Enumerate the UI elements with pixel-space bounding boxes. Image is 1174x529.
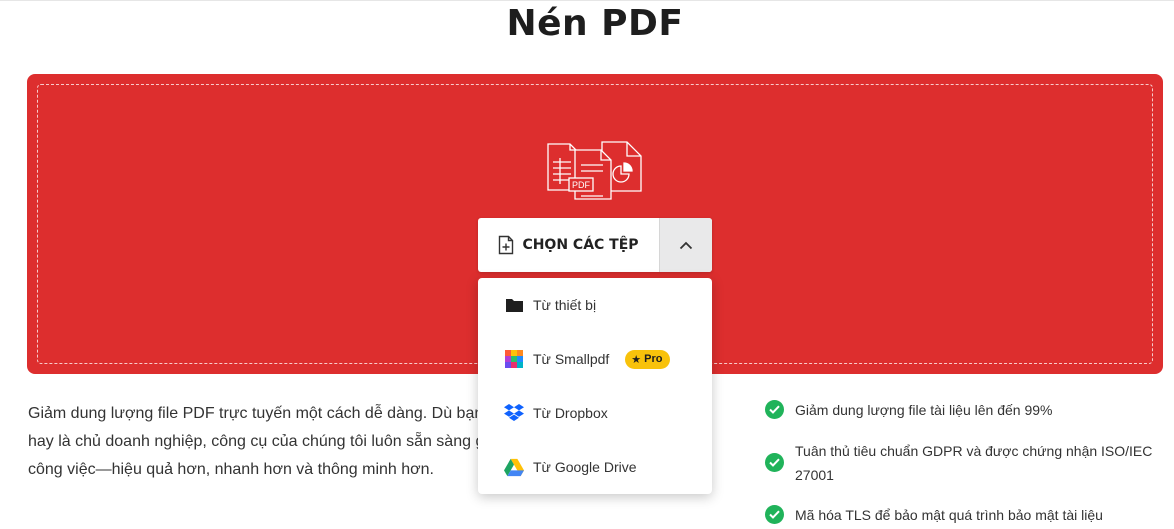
tool-description: Giảm dung lượng file PDF trực tuyến một … xyxy=(28,400,478,484)
star-icon: ★ xyxy=(631,353,642,366)
smallpdf-icon xyxy=(504,349,524,369)
check-icon xyxy=(765,453,784,472)
menu-item-label: Từ Dropbox xyxy=(533,405,608,421)
menu-item-google-drive[interactable]: Từ Google Drive xyxy=(478,440,712,494)
dropbox-icon xyxy=(504,403,524,423)
menu-item-smallpdf[interactable]: Từ Smallpdf ★ Pro xyxy=(478,332,712,386)
pro-badge-label: Pro xyxy=(644,353,663,365)
menu-item-label: Từ thiết bị xyxy=(533,297,597,313)
folder-icon xyxy=(504,295,524,315)
description-line: Giảm dung lượng file PDF trực tuyến một … xyxy=(28,405,478,422)
description-line: hay là chủ doanh nghiệp, công cụ của chú… xyxy=(28,433,478,450)
feature-item: Mã hóa TLS để bảo mật quá trình bảo mật … xyxy=(765,503,1165,527)
google-drive-icon xyxy=(504,457,524,477)
check-icon xyxy=(765,505,784,524)
upload-source-menu: Từ thiết bị Từ Smallpdf ★ Pro Từ Dropbox… xyxy=(478,278,712,494)
feature-item: Giảm dung lượng file tài liệu lên đến 99… xyxy=(765,398,1165,422)
choose-files-button[interactable]: CHỌN CÁC TỆP xyxy=(478,218,659,272)
menu-item-dropbox[interactable]: Từ Dropbox xyxy=(478,386,712,440)
choose-files-group: CHỌN CÁC TỆP xyxy=(478,218,712,272)
files-illustration-icon: PDF xyxy=(547,141,642,200)
top-divider xyxy=(0,0,1174,1)
description-line: công việc—hiệu quả hơn, nhanh hơn và thô… xyxy=(28,461,434,478)
menu-item-device[interactable]: Từ thiết bị xyxy=(478,278,712,332)
feature-text: Mã hóa TLS để bảo mật quá trình bảo mật … xyxy=(795,507,1103,523)
feature-text: Giảm dung lượng file tài liệu lên đến 99… xyxy=(795,402,1053,418)
chevron-up-icon xyxy=(679,241,693,249)
menu-item-label: Từ Smallpdf xyxy=(533,351,610,367)
pro-badge: ★ Pro xyxy=(625,349,670,369)
menu-item-label: Từ Google Drive xyxy=(533,459,637,475)
choose-files-dropdown-toggle[interactable] xyxy=(659,218,712,272)
pdf-tag-text: PDF xyxy=(572,180,591,190)
choose-files-label: CHỌN CÁC TỆP xyxy=(522,237,639,253)
add-file-icon xyxy=(499,235,514,255)
feature-text: Tuân thủ tiêu chuẩn GDPR và được chứng n… xyxy=(795,443,1153,483)
page-title: Nén PDF xyxy=(506,3,684,44)
check-icon xyxy=(765,400,784,419)
feature-item: Tuân thủ tiêu chuẩn GDPR và được chứng n… xyxy=(765,439,1165,487)
